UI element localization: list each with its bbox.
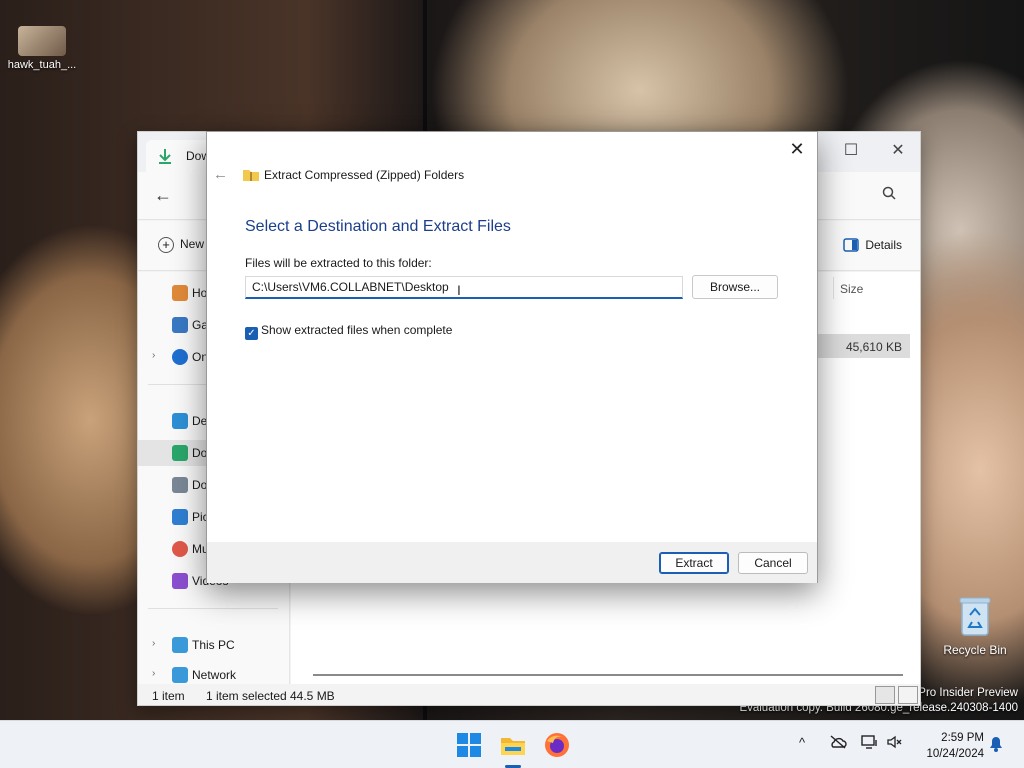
this-pc-icon	[172, 637, 188, 653]
dialog-title: Extract Compressed (Zipped) Folders	[243, 168, 464, 182]
destination-path-input[interactable]	[245, 276, 683, 299]
system-clock[interactable]: 2:59 PM 10/24/2024	[912, 730, 984, 762]
dialog-back-arrow-icon[interactable]: ←	[213, 166, 228, 183]
checkbox-checked-icon[interactable]: ✓	[245, 327, 258, 340]
cancel-button[interactable]: Cancel	[738, 552, 808, 574]
back-arrow-icon[interactable]: ←	[154, 185, 172, 206]
destination-label: Files will be extracted to this folder:	[245, 256, 432, 270]
details-label: Details	[865, 238, 902, 252]
gallery-icon	[172, 317, 188, 333]
new-button[interactable]: + New	[158, 237, 204, 253]
explorer-close-button[interactable]: ✕	[875, 138, 920, 164]
dialog-heading: Select a Destination and Extract Files	[245, 218, 511, 235]
status-size: 44.5 MB	[290, 689, 335, 703]
plus-icon: +	[158, 237, 174, 253]
network-icon	[172, 667, 188, 683]
recycle-bin-icon	[958, 595, 992, 637]
table-row[interactable]: 45,610 KB	[808, 334, 910, 358]
recycle-bin-label: Recycle Bin	[943, 643, 1007, 657]
chevron-right-icon[interactable]: ›	[152, 668, 155, 679]
clock-date: 10/24/2024	[926, 748, 984, 760]
downloads-icon	[172, 445, 188, 461]
explorer-status-bar: 1 item 1 item selected 44.5 MB	[138, 684, 920, 705]
extract-dialog: ✕ ← Extract Compressed (Zipped) Folders …	[206, 131, 818, 583]
nav-item-this-pc[interactable]: › This PC	[138, 632, 290, 658]
firefox-icon[interactable]	[543, 731, 571, 759]
onedrive-icon	[172, 349, 188, 365]
network-display-icon[interactable]	[861, 735, 879, 752]
documents-icon	[172, 477, 188, 493]
text-cursor-icon: I	[457, 282, 461, 298]
row-size-cell: 45,610 KB	[845, 340, 902, 354]
details-view-icon[interactable]	[875, 686, 895, 704]
volume-muted-icon[interactable]	[887, 735, 903, 752]
home-icon	[172, 285, 188, 301]
desktop-item-label: hawk_tuah_...	[7, 59, 77, 71]
videos-icon	[172, 573, 188, 589]
dialog-title-text: Extract Compressed (Zipped) Folders	[264, 168, 465, 182]
recycle-bin[interactable]: Recycle Bin	[940, 595, 1010, 657]
extract-button[interactable]: Extract	[659, 552, 729, 574]
status-selected: 1 item selected	[206, 689, 287, 703]
show-files-checkbox-row[interactable]: ✓ Show extracted files when complete	[245, 323, 452, 340]
maximize-button[interactable]: ☐	[828, 138, 874, 164]
column-divider	[833, 277, 834, 299]
status-item-count: 1 item	[152, 689, 185, 703]
details-button[interactable]: Details	[843, 238, 902, 255]
desktop-item-video[interactable]: hawk_tuah_...	[4, 26, 80, 71]
cloud-offline-icon[interactable]	[829, 735, 847, 752]
chevron-right-icon[interactable]: ›	[152, 350, 155, 361]
video-thumbnail-icon	[18, 26, 66, 56]
download-icon	[158, 148, 172, 167]
tiles-view-icon[interactable]	[898, 686, 918, 704]
checkbox-label: Show extracted files when complete	[261, 323, 453, 337]
zip-folder-icon	[243, 168, 259, 181]
notification-bell-icon[interactable]	[989, 736, 1003, 755]
start-icon[interactable]	[455, 731, 483, 759]
horizontal-scrollbar[interactable]	[313, 674, 903, 676]
dialog-close-button[interactable]: ✕	[783, 136, 811, 162]
dialog-footer: Extract Cancel	[207, 542, 817, 583]
chevron-right-icon[interactable]: ›	[152, 638, 155, 649]
nav-label: This PC	[192, 638, 235, 652]
nav-separator	[148, 608, 278, 609]
clock-time: 2:59 PM	[941, 732, 984, 744]
chevron-up-icon[interactable]: ^	[799, 735, 805, 750]
file-explorer-icon[interactable]	[499, 731, 527, 759]
column-header-size[interactable]: Size	[840, 282, 863, 296]
nav-label: Network	[192, 668, 237, 682]
pictures-icon	[172, 509, 188, 525]
music-icon	[172, 541, 188, 557]
desktop-icon	[172, 413, 188, 429]
new-label: New	[180, 237, 205, 252]
taskbar: ^ 2:59 PM 10/24/2024	[0, 720, 1024, 768]
browse-button[interactable]: Browse...	[692, 275, 778, 299]
details-pane-icon	[843, 238, 860, 255]
search-icon[interactable]	[882, 186, 896, 203]
